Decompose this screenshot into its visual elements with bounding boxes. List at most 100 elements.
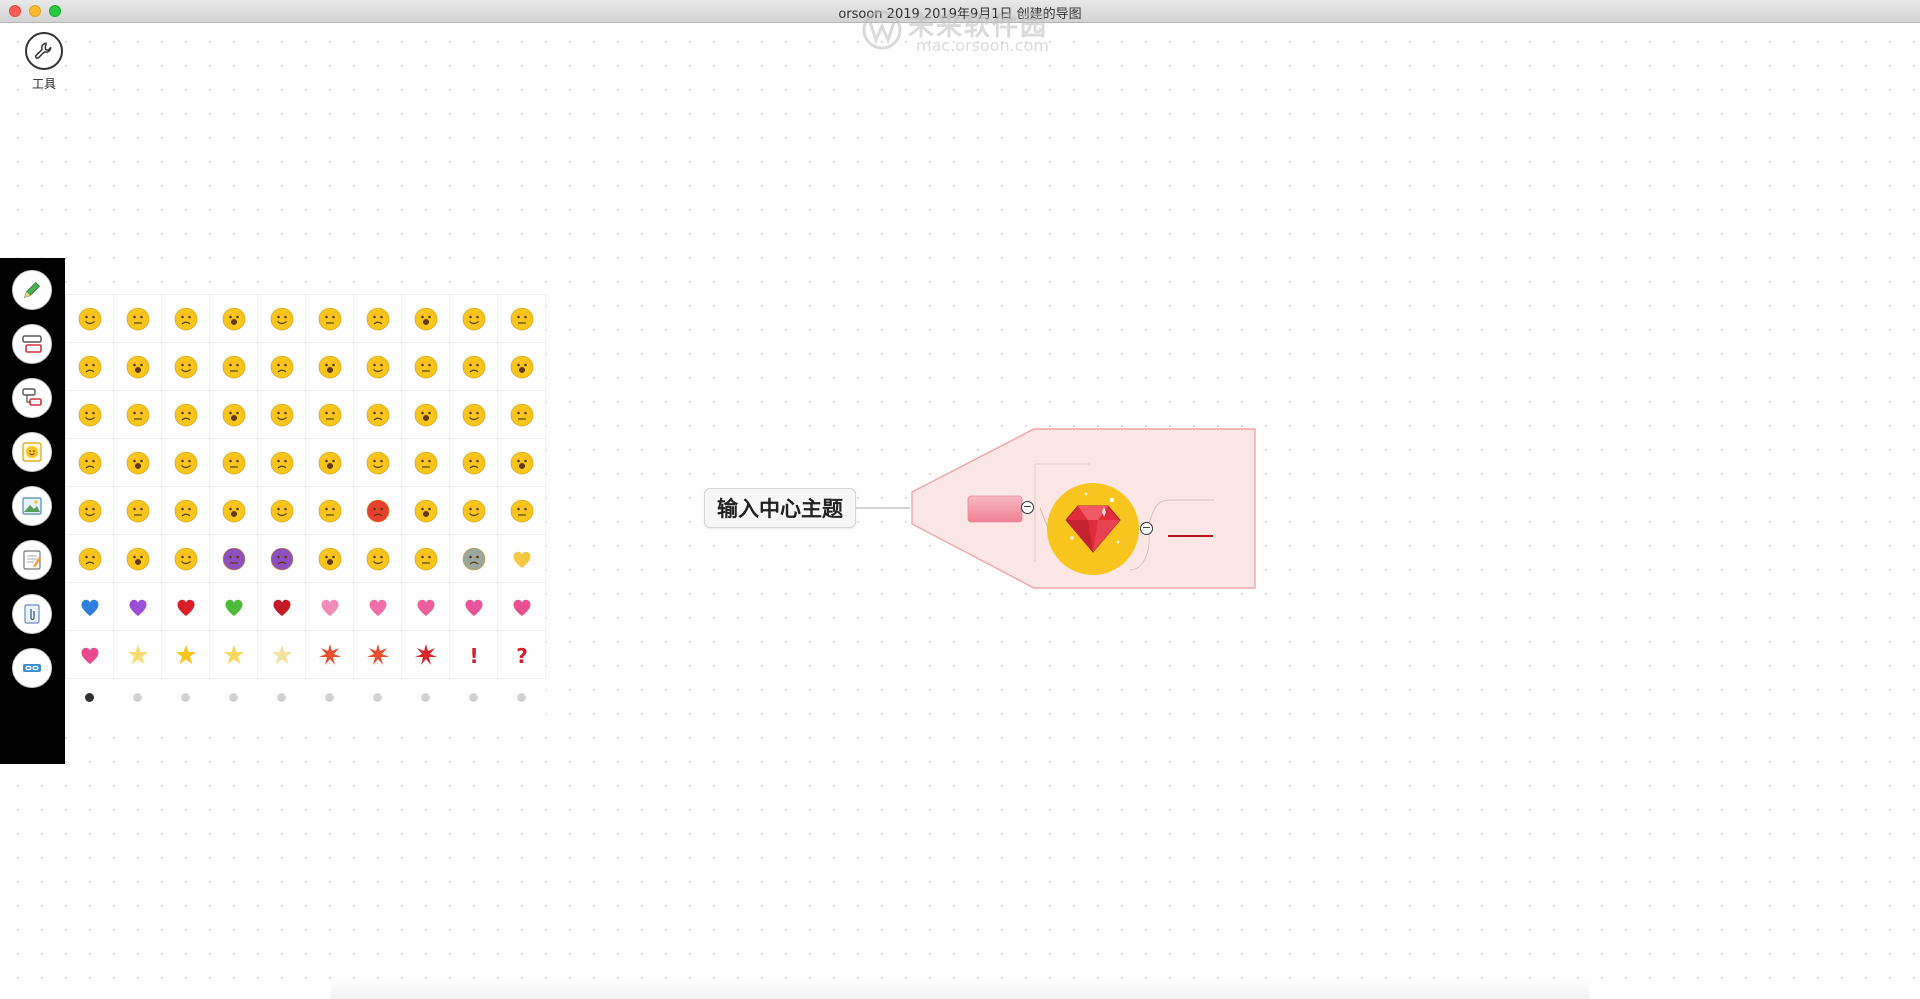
emoji-cell[interactable]: [450, 295, 498, 343]
emoji-cell[interactable]: [66, 487, 114, 535]
emoji-cell[interactable]: [306, 583, 354, 631]
emoji-cell[interactable]: [114, 343, 162, 391]
emoji-cell[interactable]: [258, 487, 306, 535]
central-topic[interactable]: 输入中心主题: [704, 488, 856, 528]
emoji-cell[interactable]: [402, 343, 450, 391]
emoji-cell[interactable]: [402, 487, 450, 535]
emoji-cell[interactable]: [66, 295, 114, 343]
emoji-cell[interactable]: [450, 343, 498, 391]
subtopic-style-button[interactable]: [12, 378, 52, 418]
emoji-cell[interactable]: [498, 487, 546, 535]
emoji-cell[interactable]: [354, 295, 402, 343]
emoji-page-dot[interactable]: [132, 692, 142, 702]
emoji-cell[interactable]: [66, 439, 114, 487]
emoji-page-dot[interactable]: [325, 692, 335, 702]
emoji-cell[interactable]: [258, 295, 306, 343]
emoji-cell[interactable]: [498, 391, 546, 439]
collapse-gem-button[interactable]: −: [1140, 522, 1153, 535]
emoji-page-dot[interactable]: [180, 692, 190, 702]
emoji-cell[interactable]: [210, 439, 258, 487]
emoji-cell[interactable]: [306, 343, 354, 391]
emoji-page-dot[interactable]: [469, 692, 479, 702]
emoji-cell[interactable]: [354, 343, 402, 391]
attachment-button[interactable]: [12, 594, 52, 634]
emoji-cell[interactable]: [450, 535, 498, 583]
image-button[interactable]: [12, 486, 52, 526]
emoji-cell[interactable]: [450, 583, 498, 631]
emoji-cell[interactable]: [162, 391, 210, 439]
emoji-cell[interactable]: [498, 535, 546, 583]
emoji-cell[interactable]: [354, 487, 402, 535]
emoji-cell[interactable]: [114, 391, 162, 439]
emoji-cell[interactable]: [354, 439, 402, 487]
emoji-cell[interactable]: [354, 535, 402, 583]
emoji-cell[interactable]: [402, 391, 450, 439]
emoji-sticker-button[interactable]: [12, 432, 52, 472]
emoji-cell[interactable]: [258, 631, 306, 679]
emoji-cell[interactable]: [162, 295, 210, 343]
tools-button[interactable]: 工具: [22, 32, 66, 92]
emoji-cell[interactable]: [258, 535, 306, 583]
emoji-page-dot[interactable]: [373, 692, 383, 702]
note-button[interactable]: [12, 540, 52, 580]
emoji-cell[interactable]: [258, 583, 306, 631]
emoji-page-dot[interactable]: [276, 692, 286, 702]
emoji-cell[interactable]: [114, 631, 162, 679]
link-button[interactable]: [12, 648, 52, 688]
emoji-page-dot[interactable]: [517, 692, 527, 702]
emoji-cell[interactable]: [402, 631, 450, 679]
emoji-cell[interactable]: [306, 487, 354, 535]
emoji-cell[interactable]: [498, 343, 546, 391]
emoji-cell[interactable]: [402, 535, 450, 583]
subtopic-node[interactable]: [967, 495, 1023, 523]
emoji-cell[interactable]: [402, 439, 450, 487]
emoji-page-dot[interactable]: [84, 692, 94, 702]
emoji-cell[interactable]: [210, 343, 258, 391]
emoji-cell[interactable]: [114, 295, 162, 343]
emoji-cell[interactable]: [402, 295, 450, 343]
emoji-cell[interactable]: [66, 583, 114, 631]
emoji-cell[interactable]: [402, 583, 450, 631]
emoji-cell[interactable]: [162, 487, 210, 535]
emoji-cell[interactable]: [354, 583, 402, 631]
emoji-cell[interactable]: [258, 343, 306, 391]
emoji-cell[interactable]: [162, 631, 210, 679]
emoji-cell[interactable]: [114, 583, 162, 631]
emoji-cell[interactable]: [210, 487, 258, 535]
emoji-cell[interactable]: [306, 295, 354, 343]
emoji-cell[interactable]: [306, 631, 354, 679]
pen-tool-button[interactable]: [12, 270, 52, 310]
emoji-cell[interactable]: [162, 583, 210, 631]
emoji-cell[interactable]: [210, 583, 258, 631]
emoji-cell[interactable]: [258, 439, 306, 487]
emoji-page-dot[interactable]: [228, 692, 238, 702]
emoji-cell[interactable]: ?: [498, 631, 546, 679]
emoji-cell[interactable]: [66, 535, 114, 583]
topic-style-button[interactable]: [12, 324, 52, 364]
emoji-cell[interactable]: [66, 343, 114, 391]
emoji-cell[interactable]: [258, 391, 306, 439]
emoji-cell[interactable]: [66, 391, 114, 439]
emoji-cell[interactable]: [162, 439, 210, 487]
collapse-subtopic-button[interactable]: −: [1021, 501, 1034, 514]
horizontal-scroll-area[interactable]: [330, 978, 1590, 999]
emoji-cell[interactable]: [210, 295, 258, 343]
emoji-cell[interactable]: [450, 487, 498, 535]
emoji-cell[interactable]: [114, 439, 162, 487]
emoji-cell[interactable]: [114, 535, 162, 583]
emoji-cell[interactable]: [114, 487, 162, 535]
emoji-cell[interactable]: [306, 439, 354, 487]
emoji-cell[interactable]: [354, 391, 402, 439]
emoji-cell[interactable]: [354, 631, 402, 679]
emoji-cell[interactable]: [306, 391, 354, 439]
emoji-cell[interactable]: [498, 295, 546, 343]
emoji-cell[interactable]: [498, 439, 546, 487]
emoji-cell[interactable]: [450, 439, 498, 487]
emoji-page-dot[interactable]: [421, 692, 431, 702]
emoji-cell[interactable]: [498, 583, 546, 631]
emoji-cell[interactable]: [162, 535, 210, 583]
emoji-cell[interactable]: [162, 343, 210, 391]
emoji-cell[interactable]: [306, 535, 354, 583]
gem-sticker[interactable]: [1047, 483, 1139, 575]
emoji-cell[interactable]: [66, 631, 114, 679]
